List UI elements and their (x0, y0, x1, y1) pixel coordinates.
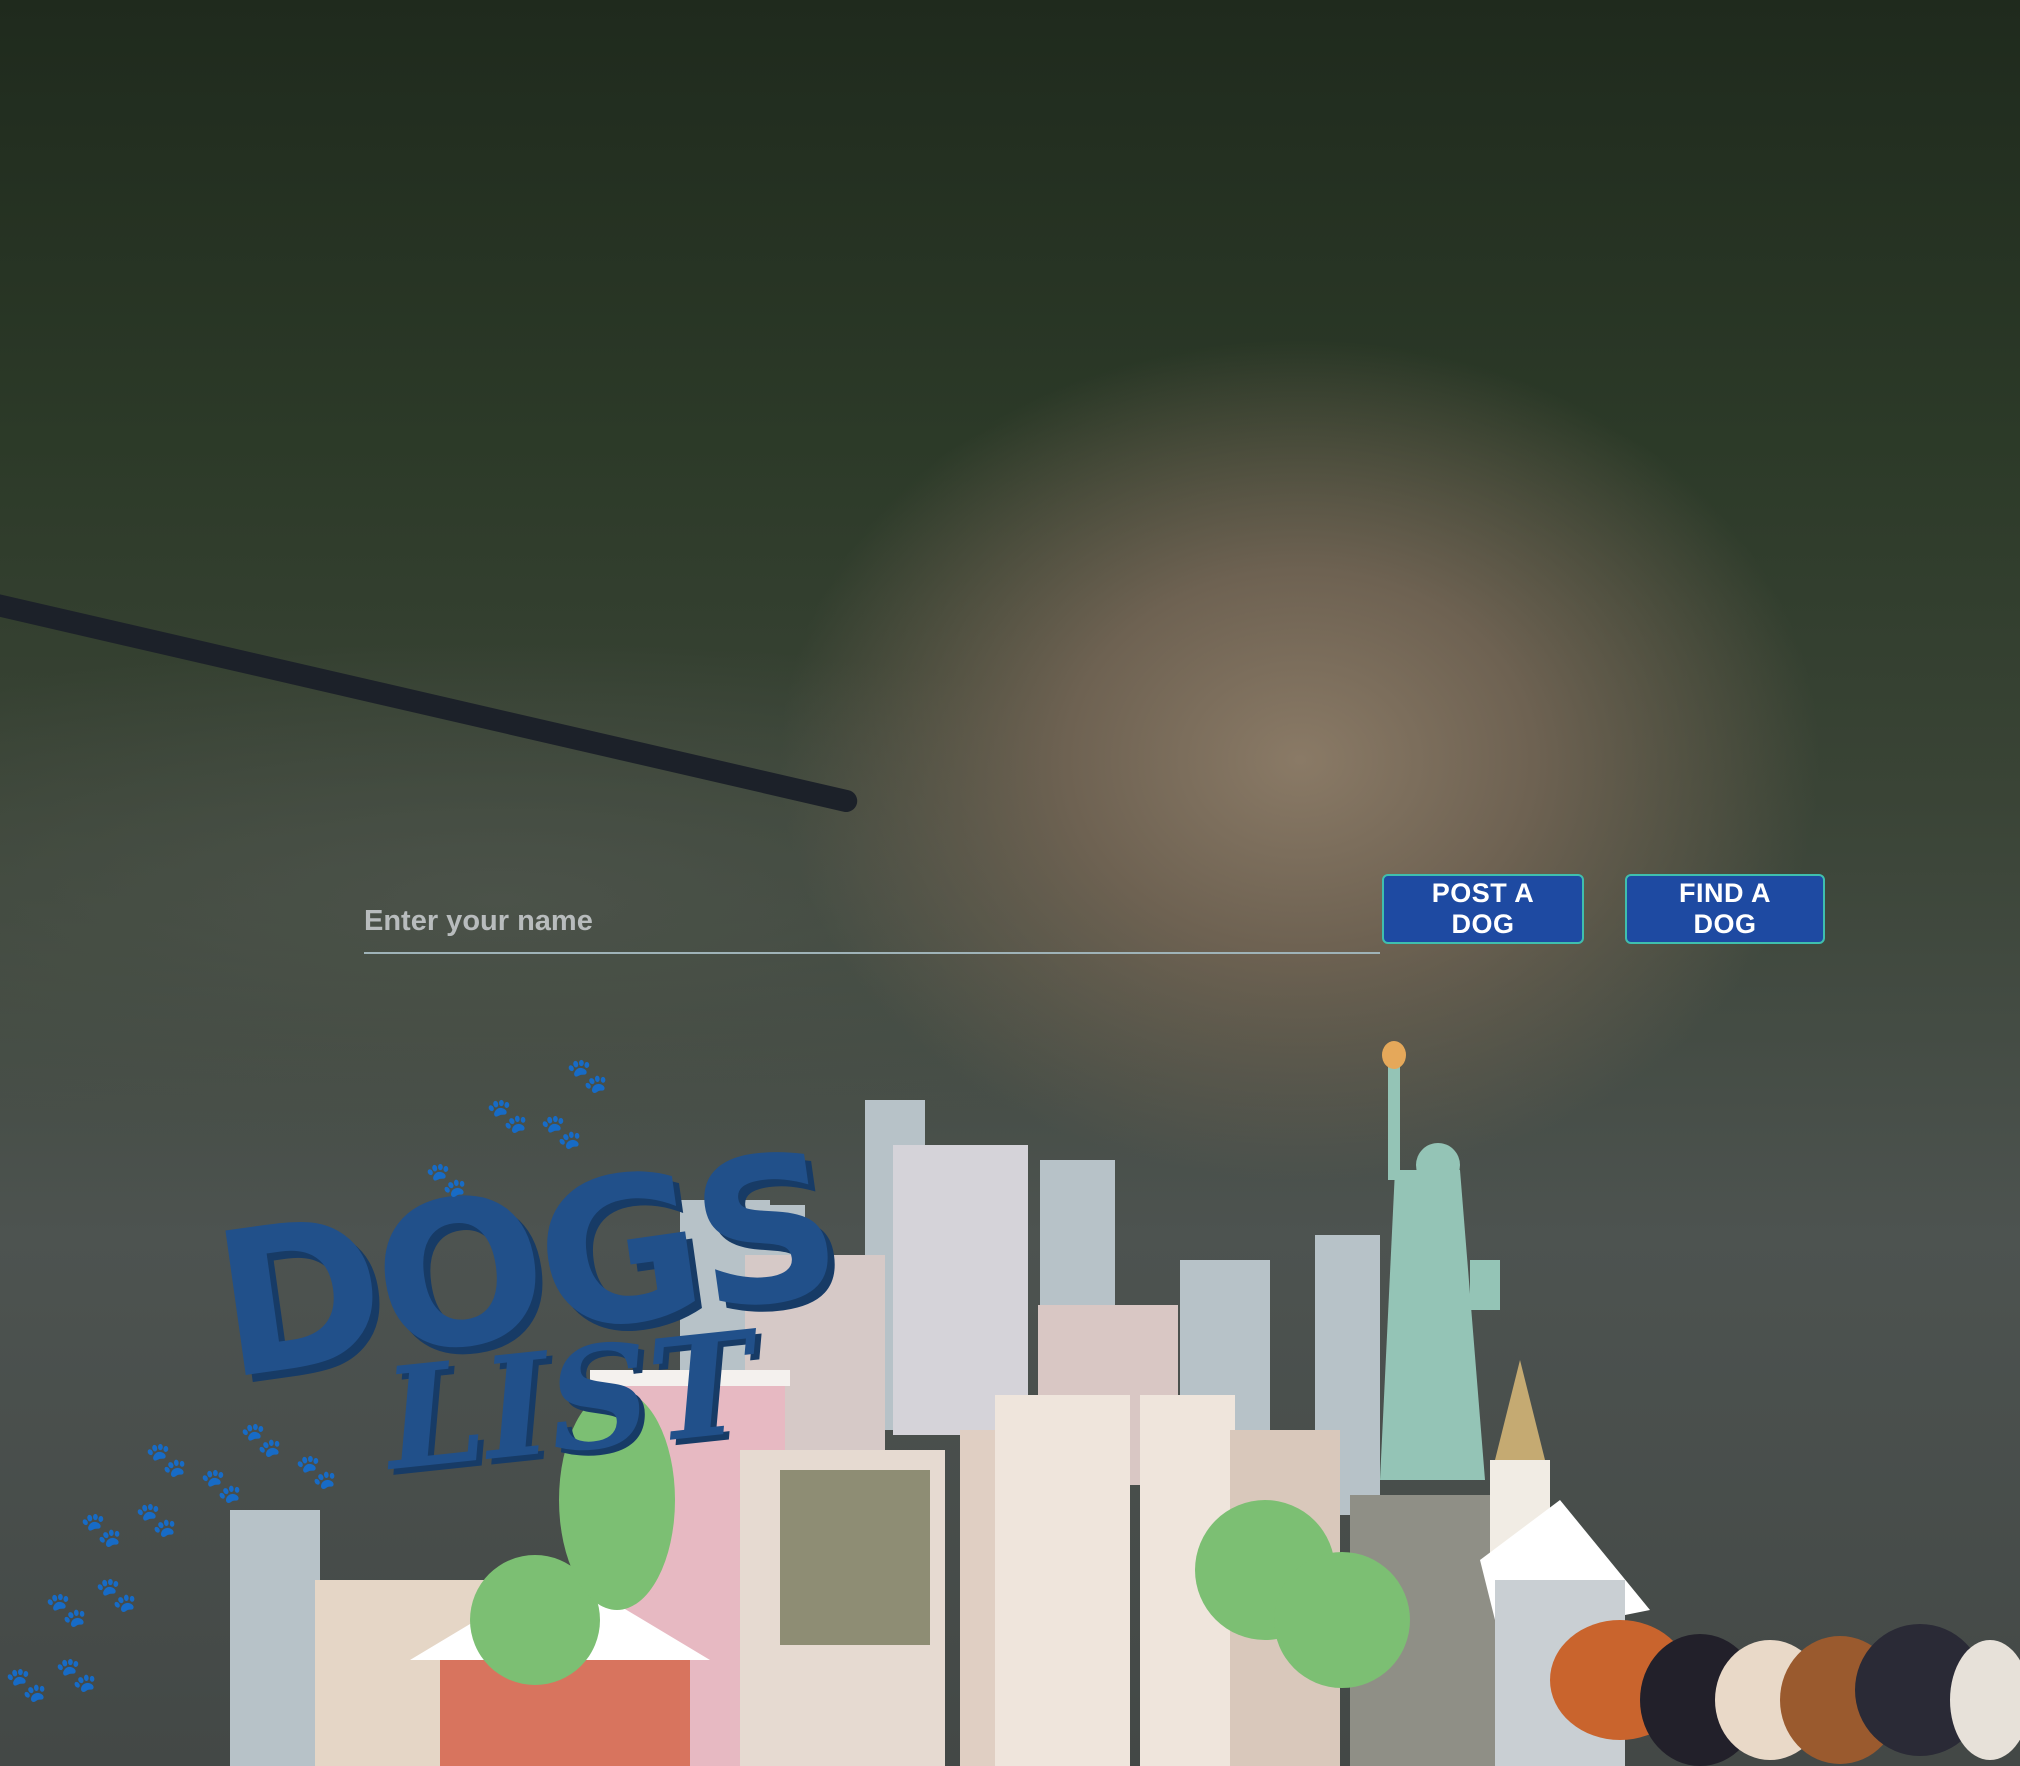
paw-icon: 🐾 (80, 1511, 123, 1549)
paw-icon: 🐾 (55, 1656, 98, 1694)
paw-icon: 🐾 (486, 1097, 529, 1135)
paw-icon: 🐾 (240, 1421, 283, 1459)
paw-icon: 🐾 (135, 1501, 178, 1539)
paw-icon: 🐾 (5, 1666, 48, 1704)
paw-icon: 🐾 (45, 1591, 88, 1629)
paw-icon: 🐾 (295, 1453, 338, 1491)
paw-icon: 🐾 (540, 1113, 583, 1151)
paw-icon: 🐾 (200, 1467, 243, 1505)
paw-icon: 🐾 (145, 1441, 188, 1479)
church-spire (1495, 1360, 1545, 1460)
building (893, 1145, 1028, 1435)
tree (1274, 1552, 1410, 1688)
statue-of-liberty (1380, 1041, 1500, 1480)
paw-icon: 🐾 (95, 1576, 138, 1614)
paw-icon: 🐾 (566, 1057, 609, 1095)
paw-icon: 🐾 (425, 1161, 468, 1199)
building (995, 1395, 1130, 1766)
